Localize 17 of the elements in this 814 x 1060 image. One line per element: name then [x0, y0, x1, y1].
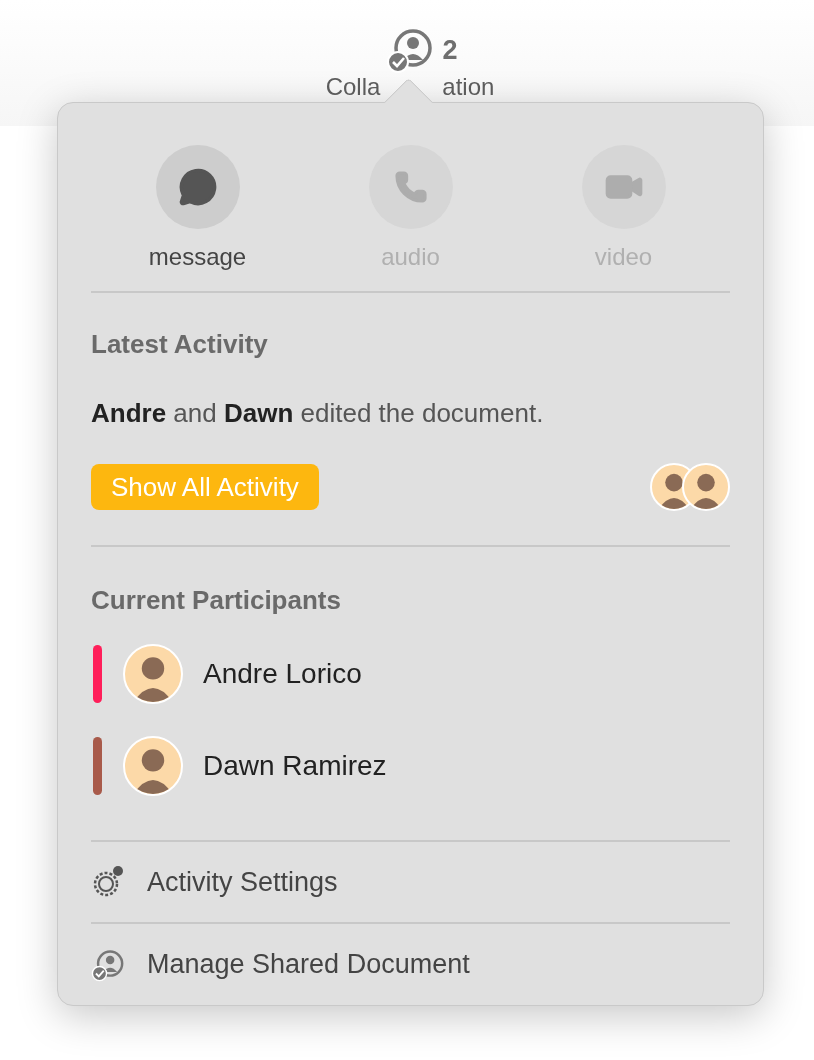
participant-count: 2	[442, 34, 458, 66]
collaboration-icon	[91, 947, 125, 982]
avatar-icon	[682, 462, 730, 511]
collaboration-icon	[386, 26, 435, 74]
phone-icon	[393, 170, 428, 204]
section-heading: Current Participants	[91, 584, 342, 616]
participant-name: Andre Lorico	[203, 657, 362, 690]
menu-item[interactable]: Activity Settings	[91, 841, 730, 923]
action-button[interactable]: message	[91, 145, 304, 271]
section-heading: Latest Activity	[91, 328, 269, 360]
activity-summary: Andre and Dawn edited the document.	[91, 397, 545, 429]
participant-name: Dawn Ramirez	[203, 749, 387, 782]
toolbar-label: ation	[442, 74, 495, 100]
toolbar-label: Colla	[325, 74, 381, 100]
gear-icon	[91, 865, 125, 899]
menu-item[interactable]: Manage Shared Document	[91, 924, 730, 1005]
speech-bubble-icon	[177, 167, 218, 207]
